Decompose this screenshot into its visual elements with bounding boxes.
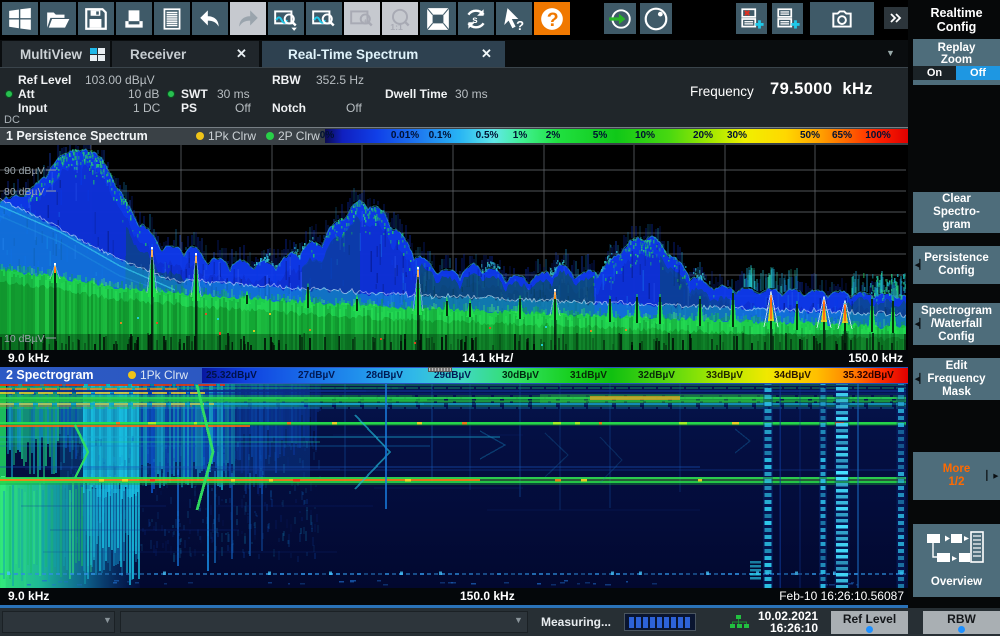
svg-text:?: ? [547, 9, 559, 31]
svg-text:1:1: 1:1 [390, 21, 403, 31]
svg-text:10 dBµV: 10 dBµV [4, 333, 45, 345]
svg-text:80 dBµV: 80 dBµV [4, 186, 45, 198]
svg-text:90 dBµV: 90 dBµV [4, 165, 45, 177]
svg-text:+: + [363, 16, 368, 25]
svg-text:?: ? [516, 17, 524, 31]
svg-text:s: s [472, 14, 478, 25]
